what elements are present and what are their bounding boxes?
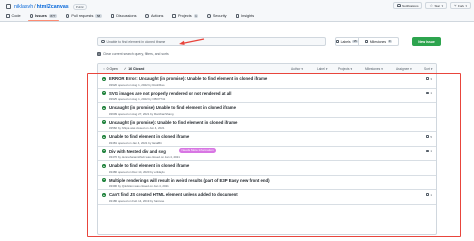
issue-opened-icon xyxy=(29,14,34,18)
milestones-label: Milestones xyxy=(369,39,387,44)
clear-filters-link[interactable]: × Clear current search query, filters, a… xyxy=(97,52,169,56)
check-icon: ✓ xyxy=(123,66,127,71)
star-label: Star xyxy=(434,3,441,8)
chevron-down-icon: ▾ xyxy=(465,3,467,8)
sort-filter[interactable]: Sort ▾ xyxy=(424,67,432,71)
graph-icon xyxy=(235,14,240,18)
fork-icon: ⑂ xyxy=(454,2,457,8)
star-button[interactable]: ☆ Star ▾ xyxy=(425,2,448,9)
code-icon xyxy=(6,14,10,18)
chevron-down-icon: ▾ xyxy=(325,66,328,71)
chevron-down-icon: ▾ xyxy=(350,66,353,71)
tab-label: Projects xyxy=(177,14,192,18)
open-count: 0 Open xyxy=(106,66,118,71)
tab-label: Issues xyxy=(35,14,47,18)
repo-actions: Notifications ☆ Star ▾ ⑂ Fork ▾ xyxy=(393,2,471,9)
tab-label: Security xyxy=(212,14,227,18)
tab-count: 1 xyxy=(193,14,199,18)
assignee-label: Assignee xyxy=(396,66,410,71)
shield-icon xyxy=(207,14,211,18)
annotation-arrow-icon xyxy=(179,38,205,45)
tag-icon xyxy=(336,40,340,43)
star-icon: ☆ xyxy=(429,2,434,8)
chevron-down-icon: ▾ xyxy=(410,66,412,71)
chevron-down-icon: ▾ xyxy=(441,3,444,8)
new-issue-button[interactable]: New issue xyxy=(412,37,441,46)
tabs-divider xyxy=(0,20,474,22)
repo-icon xyxy=(6,3,11,10)
fork-button[interactable]: ⑂ Fork ▾ xyxy=(450,2,471,9)
tab-label: Discussions xyxy=(116,14,137,18)
tab-label: Actions xyxy=(150,14,164,18)
search-value: Unable to find element in cloned iframe xyxy=(106,39,166,44)
tab-label: Code xyxy=(11,14,21,18)
author-label: Author xyxy=(291,66,301,71)
milestones-filter[interactable]: Milestones ▾ xyxy=(365,67,383,71)
chevron-down-icon: ▾ xyxy=(430,66,433,71)
close-icon: × xyxy=(97,52,101,56)
repo-breadcrumb: niklasvh / html2canvas Public xyxy=(6,3,87,10)
milestone-icon xyxy=(365,40,369,43)
play-icon xyxy=(145,14,149,18)
tab-label: Insights xyxy=(241,14,255,18)
tab-label: Pull requests xyxy=(71,14,94,18)
labels-count: 15 xyxy=(352,38,358,44)
assignee-filter[interactable]: Assignee ▾ xyxy=(396,67,412,71)
milestones-filter-label: Milestones xyxy=(365,66,381,71)
repo-owner-link[interactable]: niklasvh xyxy=(14,4,33,10)
git-pull-request-icon xyxy=(65,14,70,18)
projects-filter[interactable]: Projects ▾ xyxy=(338,67,352,71)
open-filter[interactable]: ◌ 0 Open xyxy=(103,67,118,71)
clear-filters-label: Clear current search query, filters, and… xyxy=(103,52,169,56)
comment-discussion-icon xyxy=(110,14,115,18)
notifications-button[interactable]: Notifications xyxy=(393,2,423,9)
label-label: Label xyxy=(317,66,325,71)
milestones-button[interactable]: Milestones 0 xyxy=(359,37,399,46)
bell-icon xyxy=(397,3,401,8)
author-filter[interactable]: Author ▾ xyxy=(291,67,303,71)
label-filter[interactable]: Label ▾ xyxy=(317,67,327,71)
milestones-count: 0 xyxy=(387,38,392,44)
labels-label: Labels xyxy=(340,39,351,44)
repo-name-link[interactable]: html2canvas xyxy=(37,4,69,10)
annotation-highlight-box xyxy=(87,73,461,237)
fork-label: Fork xyxy=(457,3,464,8)
repo-header: niklasvh / html2canvas Public Notificati… xyxy=(0,0,474,22)
closed-count: 16 Closed xyxy=(128,66,145,71)
closed-filter[interactable]: ✓ 16 Closed xyxy=(124,67,145,71)
tab-count: 877 xyxy=(48,14,57,18)
issues-toolbar: Unable to find element in cloned iframe … xyxy=(97,37,456,46)
chevron-down-icon: ▾ xyxy=(301,66,304,71)
projects-label: Projects xyxy=(338,66,350,71)
labels-button[interactable]: Labels 15 xyxy=(335,37,359,46)
search-input[interactable]: Unable to find element in cloned iframe xyxy=(97,37,326,46)
issue-opened-icon: ◌ xyxy=(103,66,106,71)
tab-count: 58 xyxy=(95,14,102,18)
visibility-badge: Public xyxy=(72,3,87,10)
search-icon xyxy=(101,39,105,44)
table-icon xyxy=(172,14,176,18)
breadcrumb-separator: / xyxy=(34,3,36,10)
chevron-down-icon: ▾ xyxy=(381,66,383,71)
notifications-label: Notifications xyxy=(402,3,419,8)
sort-label: Sort xyxy=(424,66,430,71)
